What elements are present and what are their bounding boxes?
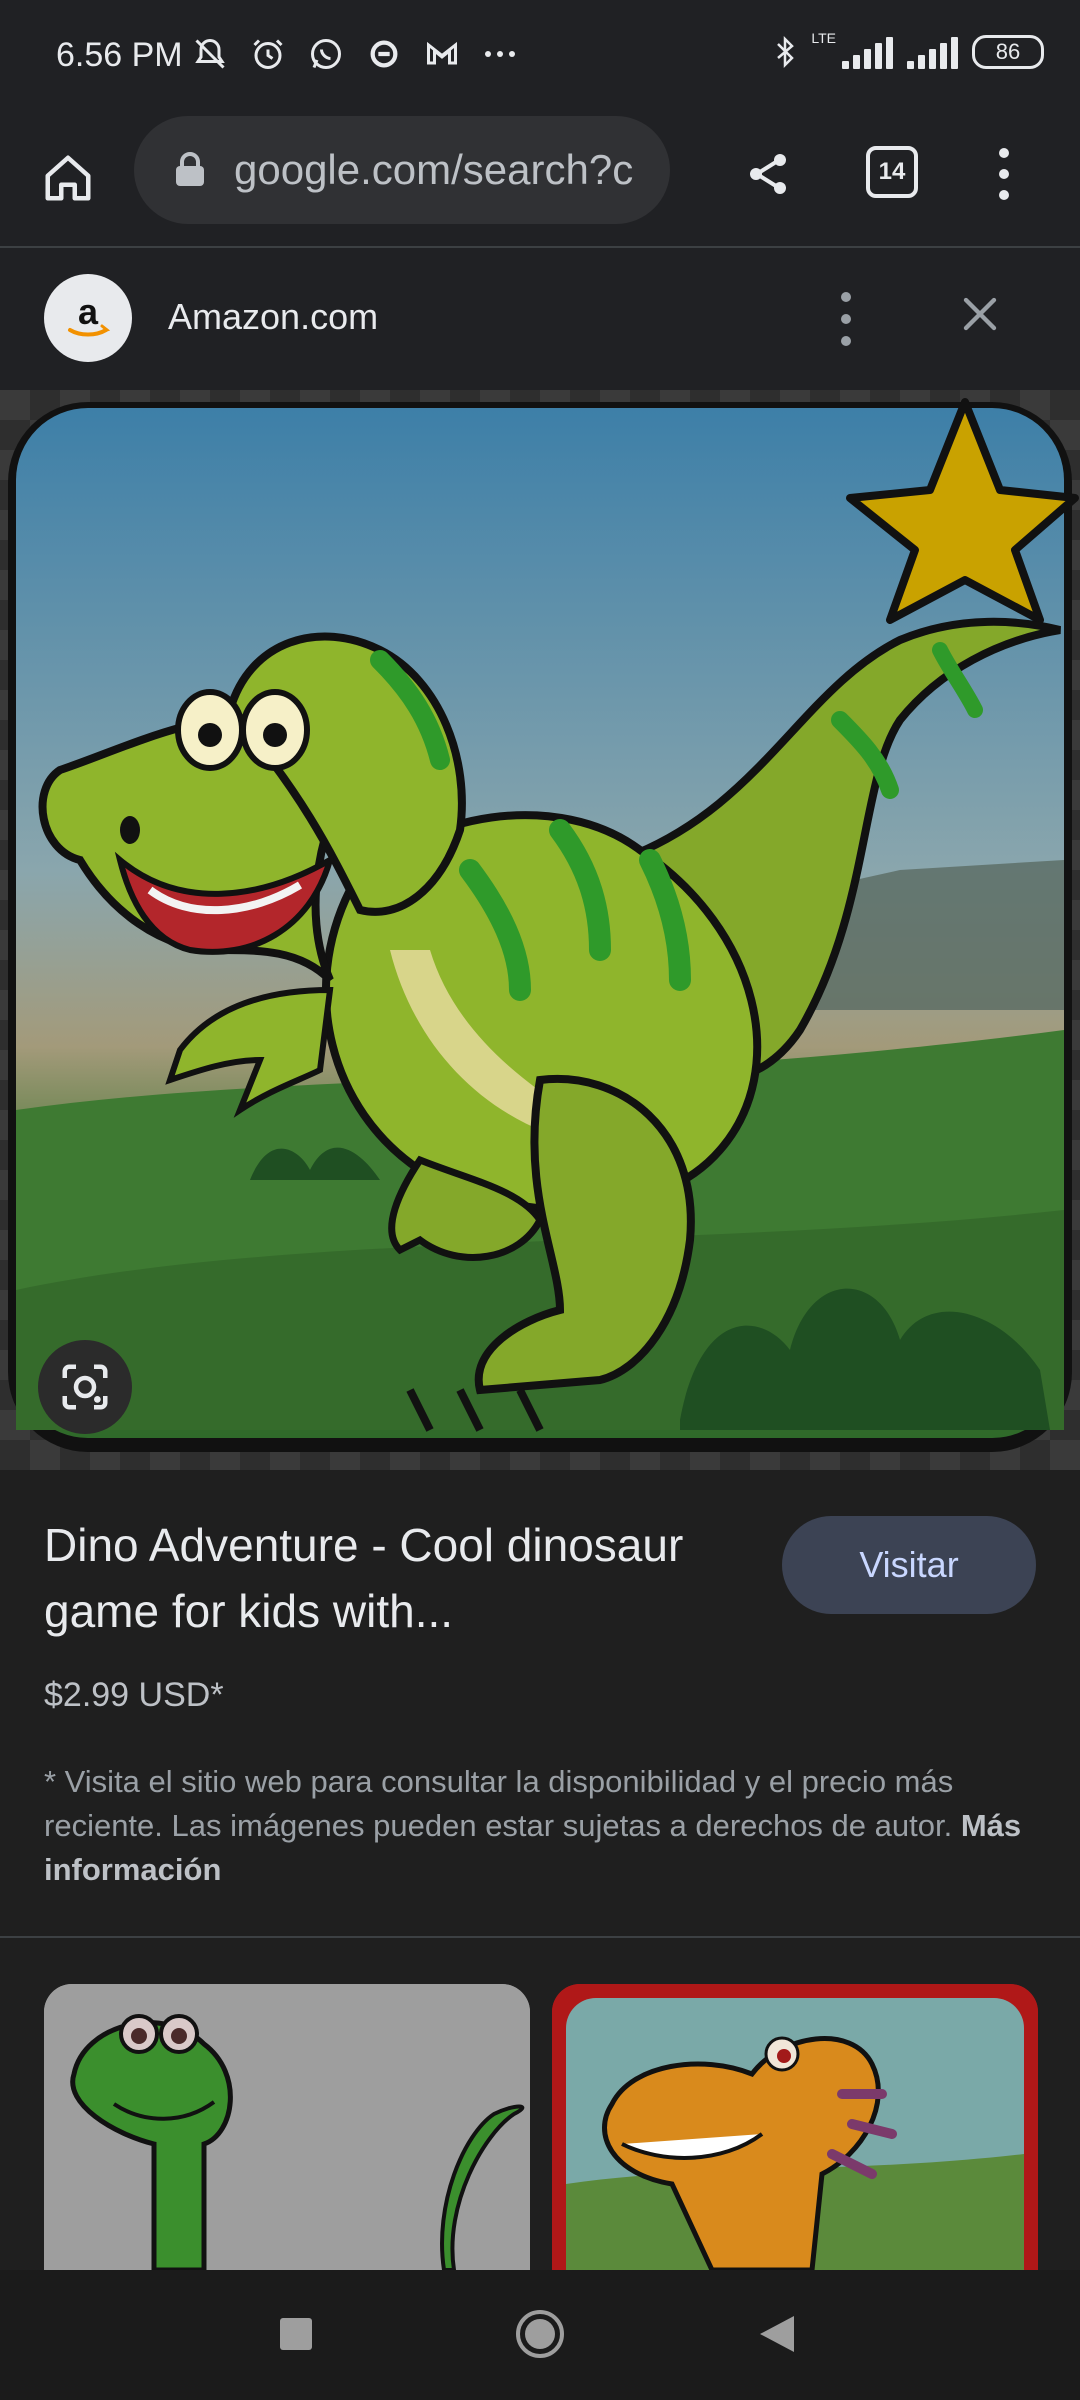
source-name[interactable]: Amazon.com [168,296,378,338]
product-title[interactable]: Dino Adventure - Cool dinosaur game for … [44,1512,744,1644]
status-time: 6.56 PM [56,36,183,74]
related-image-1[interactable] [44,1984,530,2270]
visit-button[interactable]: Visitar [782,1516,1036,1614]
disclaimer-body: * Visita el sitio web para consultar la … [44,1764,954,1843]
whatsapp-icon [306,34,346,74]
close-icon[interactable] [950,284,1010,344]
bluetooth-icon [777,35,795,69]
tab-count: 14 [878,158,906,185]
product-price: $2.99 USD* [44,1676,224,1714]
signal-icon [842,35,893,69]
dinosaur-image [8,398,1079,1452]
signal-icon [907,35,958,69]
lens-icon [62,1364,108,1410]
url-text[interactable]: google.com/search?c [234,146,654,194]
more-options-icon[interactable] [836,292,856,346]
alarm-icon [248,34,288,74]
home-button-icon[interactable] [516,2310,564,2358]
status-bar: 6.56 PM LTE 86 [0,0,1080,116]
disclaimer-text: * Visita el sitio web para consultar la … [44,1760,1034,1892]
amazon-logo-icon: a [44,274,132,362]
image-preview[interactable] [0,390,1080,1470]
notification-icons [190,34,520,74]
lens-search-button[interactable] [38,1340,132,1434]
divider [0,1936,1080,1938]
gmail-icon [422,34,462,74]
browser-toolbar: google.com/search?c 14 [0,116,1080,248]
system-nav-bar [0,2270,1080,2400]
share-icon[interactable] [738,144,798,204]
back-icon[interactable] [760,2316,794,2352]
orange-dino-image [552,1984,1038,2270]
address-bar[interactable]: google.com/search?c [134,116,670,224]
system-indicators: LTE 86 [773,30,1044,70]
more-dots-icon [480,34,520,74]
lock-icon [176,152,204,186]
battery-level: 86 [995,39,1021,64]
app-icon [364,34,404,74]
menu-icon[interactable] [984,142,1024,206]
network-type: LTE [811,30,836,46]
source-header: a Amazon.com [0,248,1080,390]
battery-icon: 86 [972,35,1044,69]
mute-bell-icon [190,34,230,74]
snake-dino-image [44,1984,530,2270]
tab-switcher-button[interactable]: 14 [866,146,918,198]
recents-icon[interactable] [280,2318,312,2350]
related-image-2[interactable] [552,1984,1038,2270]
logo-letter: a [78,291,99,332]
home-icon[interactable] [36,146,100,210]
